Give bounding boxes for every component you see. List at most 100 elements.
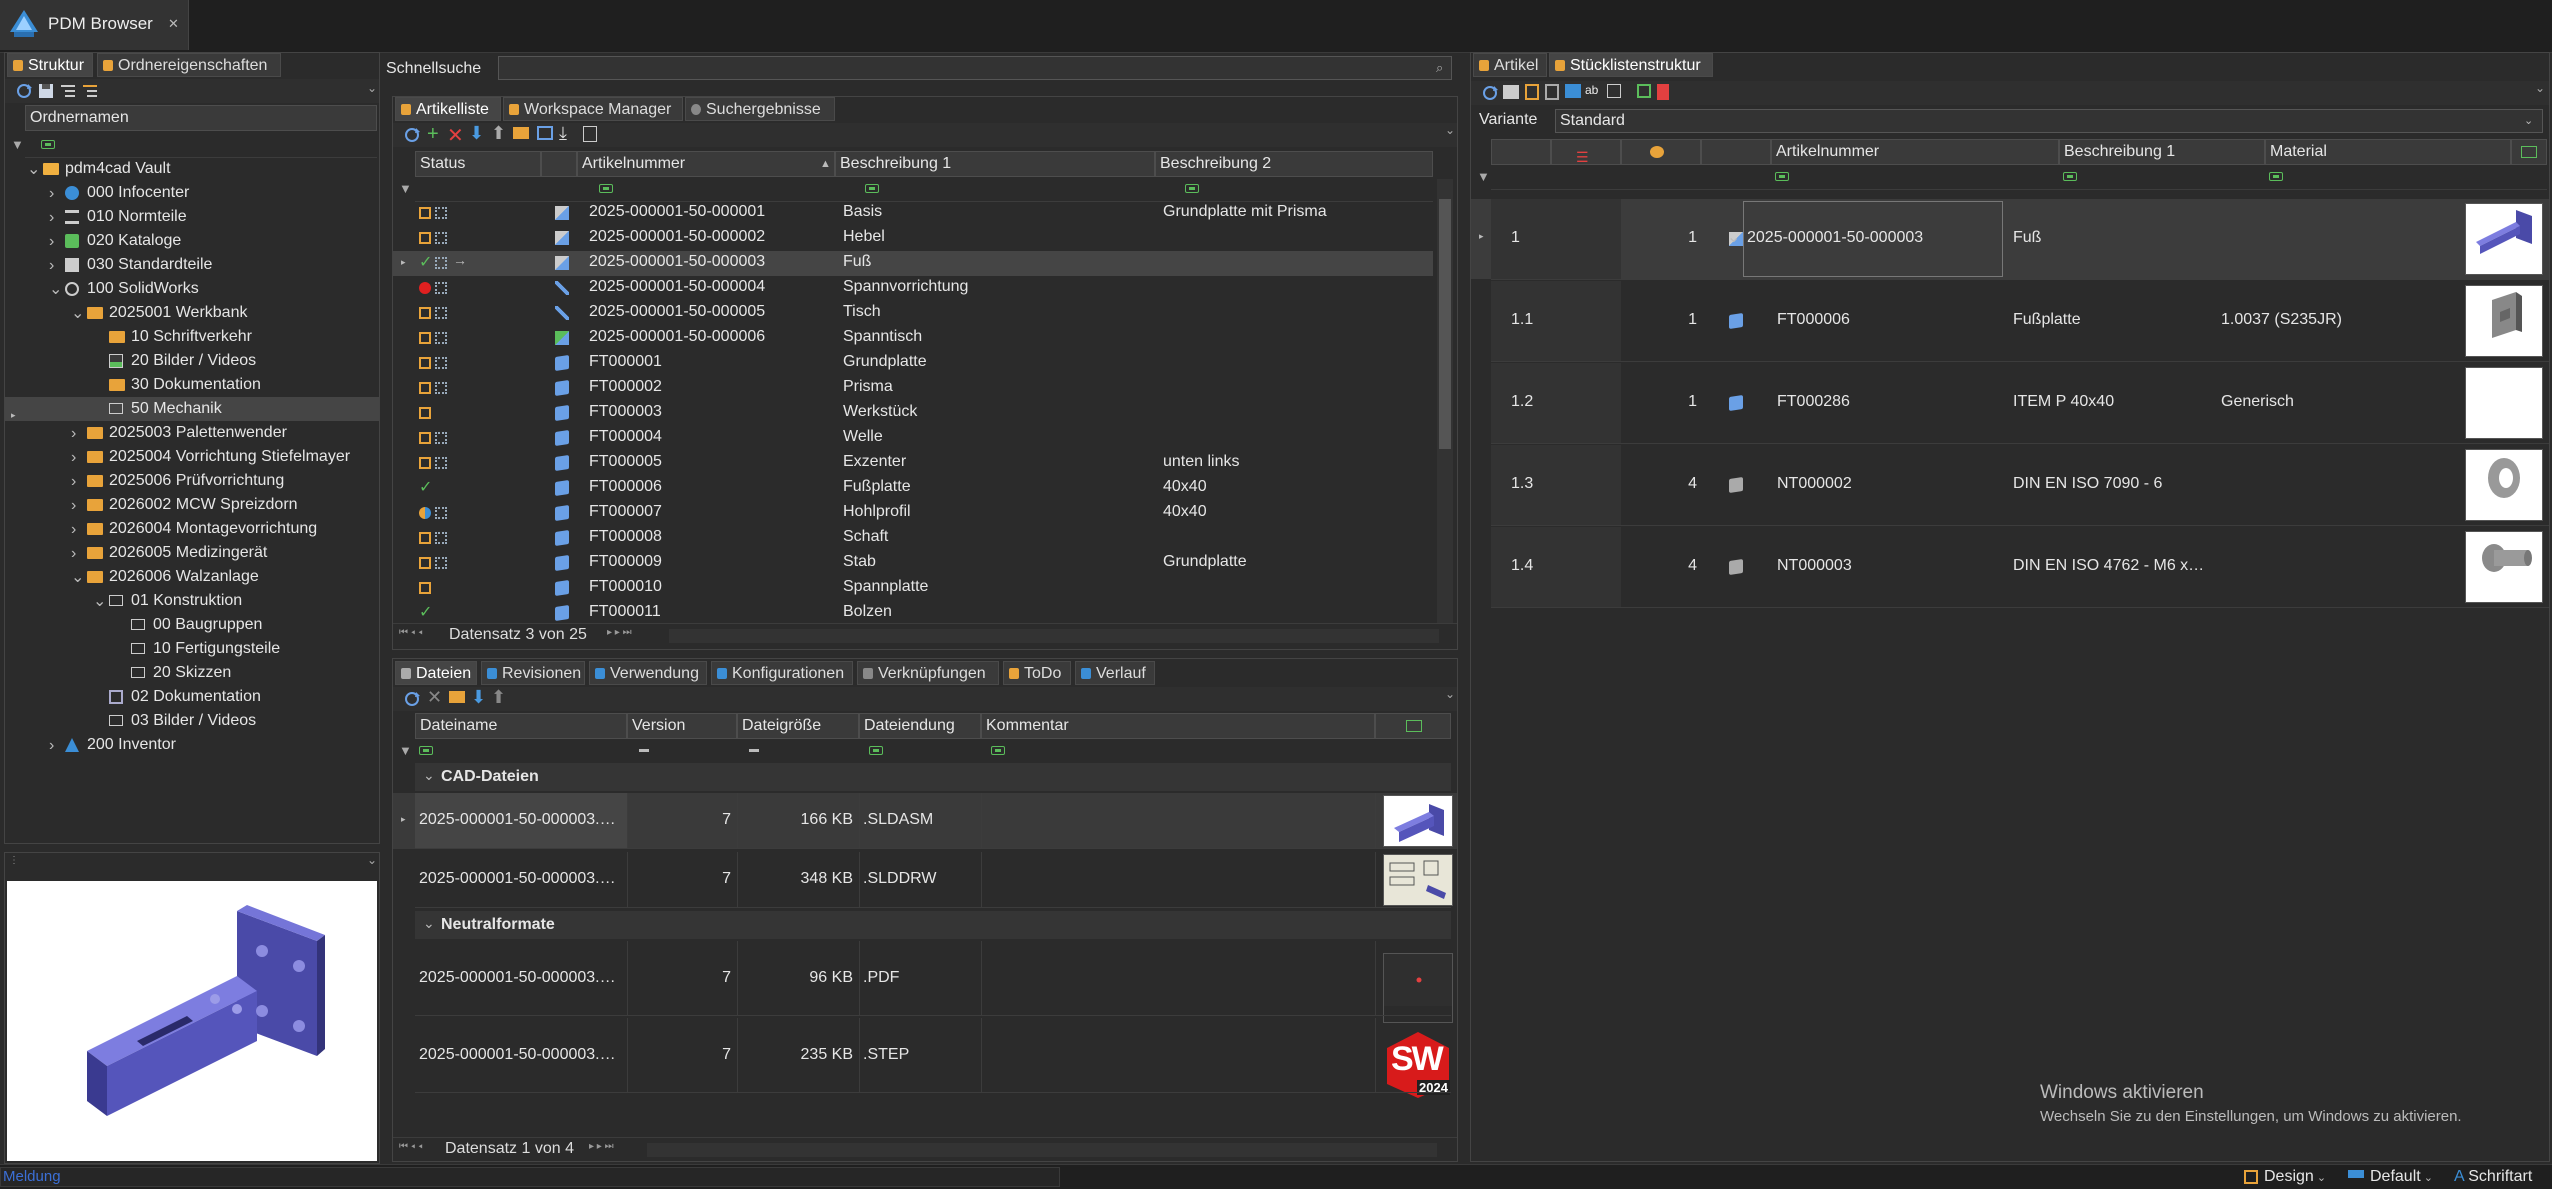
refresh-icon[interactable]: [403, 126, 421, 144]
tree-node[interactable]: › 200 Inventor: [5, 733, 379, 757]
file-group-row[interactable]: ⌄ Neutralformate: [415, 911, 1451, 939]
vertical-scrollbar[interactable]: [1437, 179, 1453, 623]
tree-node[interactable]: 10 Schriftverkehr: [5, 325, 379, 349]
nav-buttons[interactable]: ⏮ ◂ ◂: [399, 1141, 423, 1152]
add-icon[interactable]: +: [427, 123, 439, 146]
scroll-thumb[interactable]: [1439, 199, 1451, 449]
tree-node[interactable]: 30 Dokumentation: [5, 373, 379, 397]
expand-icon[interactable]: [59, 82, 77, 100]
ordnernamen-header[interactable]: Ordnernamen: [25, 105, 377, 131]
open-folder-icon[interactable]: [513, 127, 529, 139]
table-row[interactable]: FT000008 Schaft: [393, 526, 1433, 551]
app-tab[interactable]: PDM Browser ✕: [0, 0, 189, 50]
col-qty[interactable]: [1621, 139, 1701, 165]
col-artikelnummer[interactable]: Artikelnummer ▲: [577, 151, 835, 177]
chevron-right-icon[interactable]: ›: [49, 230, 54, 254]
table-row[interactable]: FT000009 Stab Grundplatte: [393, 551, 1433, 576]
article-filter-row[interactable]: [415, 177, 1433, 202]
tab-struktur[interactable]: Struktur: [7, 53, 93, 77]
bom-row[interactable]: 1.1 1 FT000006 Fußplatte 1.0037 (S235JR): [1471, 281, 2549, 362]
copy-icon[interactable]: [583, 126, 597, 142]
export-icon[interactable]: [1637, 84, 1651, 98]
chevron-down-icon[interactable]: ⌄: [93, 590, 106, 614]
chevron-right-icon[interactable]: ›: [71, 446, 76, 470]
pdf-export-icon[interactable]: [1657, 84, 1669, 100]
bom-filter-row[interactable]: [1491, 165, 2547, 190]
chevron-down-icon[interactable]: ⌄: [423, 767, 435, 784]
collapse-icon[interactable]: [81, 82, 99, 100]
tree-node[interactable]: › 2025004 Vorrichtung Stiefelmayer: [5, 445, 379, 469]
tree-node[interactable]: › 030 Standardteile: [5, 253, 379, 277]
table-row[interactable]: FT000007 Hohlprofil 40x40: [393, 501, 1433, 526]
folder-icon[interactable]: [1565, 84, 1581, 98]
col-material[interactable]: Material: [2265, 139, 2511, 165]
delete-icon[interactable]: ✕: [447, 123, 464, 148]
document-icon[interactable]: [1545, 84, 1559, 100]
horizontal-scrollbar[interactable]: [669, 629, 1439, 643]
file-row[interactable]: 2025-000001-50-000003.… 7 348 KB .SLDDRW: [393, 852, 1457, 908]
checkin-icon[interactable]: ⬇: [469, 123, 484, 144]
tree-node[interactable]: › 000 Infocenter: [5, 181, 379, 205]
col-version[interactable]: Version: [627, 713, 737, 739]
table-row[interactable]: FT000005 Exzenter unten links: [393, 451, 1433, 476]
chevron-right-icon[interactable]: ›: [71, 542, 76, 566]
tree-node[interactable]: ⌄ 100 SolidWorks: [5, 277, 379, 301]
checkin-icon[interactable]: ⬇: [471, 687, 486, 708]
nav-buttons[interactable]: ⏮ ◂ ◂: [399, 627, 423, 638]
chevron-right-icon[interactable]: ›: [71, 422, 76, 446]
tab-stuecklistenstruktur[interactable]: Stücklistenstruktur: [1549, 53, 1713, 77]
chevron-right-icon[interactable]: ›: [49, 206, 54, 230]
tab-verknpfungen[interactable]: Verknüpfungen: [857, 661, 999, 685]
table-row[interactable]: ▸ ✓ → 2025-000001-50-000003 Fuß: [393, 251, 1433, 276]
filter-icon[interactable]: [599, 184, 613, 193]
chevron-down-icon[interactable]: ⌄: [2524, 110, 2533, 132]
tree-node[interactable]: 02 Dokumentation: [5, 685, 379, 709]
print-icon[interactable]: [1503, 85, 1519, 99]
tab-konfigurationen[interactable]: Konfigurationen: [711, 661, 853, 685]
tree-node[interactable]: 00 Baugruppen: [5, 613, 379, 637]
bom-row[interactable]: 1.2 1 FT000286 ITEM P 40x40 Generisch: [1471, 363, 2549, 444]
tree-node[interactable]: › 020 Kataloge: [5, 229, 379, 253]
quick-search-input[interactable]: [498, 56, 1452, 80]
table-row[interactable]: 2025-000001-50-000005 Tisch: [393, 301, 1433, 326]
bom-row[interactable]: 1.4 4 NT000003 DIN EN ISO 4762 - M6 x…: [1471, 527, 2549, 608]
font-menu[interactable]: A Schriftart: [2454, 1168, 2532, 1186]
checkout-icon[interactable]: ⬆: [491, 687, 506, 708]
search-icon[interactable]: ⌕: [1436, 60, 1443, 76]
message-field[interactable]: Meldung: [0, 1167, 1060, 1187]
variante-select[interactable]: Standard ⌄: [1555, 109, 2543, 133]
file-row[interactable]: ▸ 2025-000001-50-000003.… 7 166 KB .SLDASM: [393, 793, 1457, 849]
chevron-right-icon[interactable]: ›: [49, 734, 54, 758]
table-row[interactable]: FT000010 Spannplatte: [393, 576, 1433, 601]
refresh-icon[interactable]: [403, 690, 421, 708]
tree-node[interactable]: › 2025003 Palettenwender: [5, 421, 379, 445]
files-filter-row[interactable]: [415, 739, 1451, 764]
col-type[interactable]: [541, 151, 577, 177]
table-row[interactable]: 2025-000001-50-000006 Spanntisch: [393, 326, 1433, 351]
table-row[interactable]: ✓ FT000011 Bolzen: [393, 601, 1433, 623]
tab-todo[interactable]: ToDo: [1003, 661, 1071, 685]
tree-icon[interactable]: [1525, 84, 1539, 100]
col-position-sort[interactable]: ☰: [1551, 139, 1621, 165]
chevron-down-icon[interactable]: ⌄: [71, 566, 84, 590]
panel-menu-icon[interactable]: ⌄: [1445, 687, 1455, 701]
nav-buttons[interactable]: ▸ ▸ ⏭: [607, 627, 632, 638]
funnel-icon[interactable]: ▼: [11, 137, 24, 152]
tree-node[interactable]: 20 Skizzen: [5, 661, 379, 685]
col-preview[interactable]: [2511, 139, 2547, 165]
refresh-icon[interactable]: [15, 82, 33, 100]
close-icon[interactable]: ✕: [168, 16, 179, 32]
filter-icon[interactable]: [869, 746, 883, 755]
filter-equals-icon[interactable]: [639, 749, 649, 752]
tree-node[interactable]: ⌄ 01 Konstruktion: [5, 589, 379, 613]
filter-equals-icon[interactable]: [749, 749, 759, 752]
col-kommentar[interactable]: Kommentar: [981, 713, 1375, 739]
col-type[interactable]: [1701, 139, 1771, 165]
col-dateiendung[interactable]: Dateiendung: [859, 713, 981, 739]
table-row[interactable]: 2025-000001-50-000001 Basis Grundplatte mi…: [393, 201, 1433, 226]
design-menu[interactable]: Design ⌄: [2244, 1168, 2326, 1186]
horizontal-scrollbar[interactable]: [647, 1143, 1437, 1157]
tree-node[interactable]: ▸ 50 Mechanik: [5, 397, 379, 421]
delete-icon[interactable]: ✕: [427, 687, 442, 708]
tree-node[interactable]: › 2026002 MCW Spreizdorn: [5, 493, 379, 517]
